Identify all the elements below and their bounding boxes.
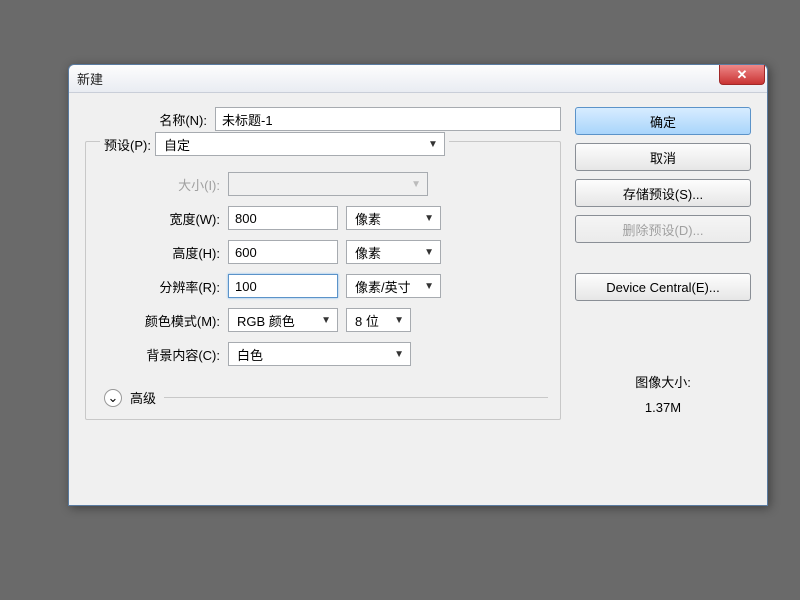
colormode-value: RGB 颜色 [237,311,295,330]
device-central-button[interactable]: Device Central(E)... [575,273,751,301]
width-label: 宽度(W): [98,209,228,228]
height-unit-value: 像素 [355,243,381,262]
chevron-down-icon: ▼ [321,315,331,326]
background-value: 白色 [237,345,263,364]
chevron-down-icon: ▼ [424,281,434,292]
chevron-down-icon: ▼ [424,213,434,224]
colormode-select[interactable]: RGB 颜色 ▼ [228,308,338,332]
cancel-button[interactable]: 取消 [575,143,751,171]
image-size-label: 图像大小: [575,371,751,396]
preset-select[interactable]: 自定 ▼ [155,132,445,156]
delete-preset-button: 删除预设(D)... [575,215,751,243]
colormode-label: 颜色模式(M): [98,311,228,330]
double-chevron-down-icon: ⌄ [108,390,119,406]
preset-value: 自定 [164,135,190,154]
chevron-down-icon: ▼ [394,315,404,326]
close-icon: ✕ [737,67,748,83]
save-preset-button[interactable]: 存储预设(S)... [575,179,751,207]
chevron-down-icon: ▼ [424,247,434,258]
image-size-value: 1.37M [575,396,751,421]
chevron-down-icon: ▼ [394,349,404,360]
close-button[interactable]: ✕ [719,65,765,85]
image-size-info: 图像大小: 1.37M [575,371,751,420]
advanced-toggle[interactable]: ⌄ [104,389,122,407]
size-label: 大小(I): [98,175,228,194]
dialog-title: 新建 [77,69,103,88]
titlebar[interactable]: 新建 ✕ [69,65,767,93]
resolution-label: 分辨率(R): [98,277,228,296]
height-input[interactable] [228,240,338,264]
chevron-down-icon: ▼ [411,179,421,190]
height-unit-select[interactable]: 像素 ▼ [346,240,441,264]
height-label: 高度(H): [98,243,228,262]
ok-button[interactable]: 确定 [575,107,751,135]
new-document-dialog: 新建 ✕ 名称(N): 预设(P): 自定 ▼ 大小(I): [68,64,768,506]
width-unit-value: 像素 [355,209,381,228]
preset-fieldset: 预设(P): 自定 ▼ 大小(I): ▼ 宽度(W): [85,141,561,420]
divider [164,397,548,398]
chevron-down-icon: ▼ [428,139,438,150]
name-input[interactable] [215,107,561,131]
resolution-input[interactable] [228,274,338,298]
size-select: ▼ [228,172,428,196]
width-input[interactable] [228,206,338,230]
colordepth-value: 8 位 [355,311,379,330]
background-label: 背景内容(C): [98,345,228,364]
resolution-unit-select[interactable]: 像素/英寸 ▼ [346,274,441,298]
preset-label: 预设(P): [104,135,151,154]
advanced-label: 高级 [130,388,156,407]
width-unit-select[interactable]: 像素 ▼ [346,206,441,230]
name-label: 名称(N): [85,110,215,129]
colordepth-select[interactable]: 8 位 ▼ [346,308,411,332]
background-select[interactable]: 白色 ▼ [228,342,411,366]
resolution-unit-value: 像素/英寸 [355,277,411,296]
